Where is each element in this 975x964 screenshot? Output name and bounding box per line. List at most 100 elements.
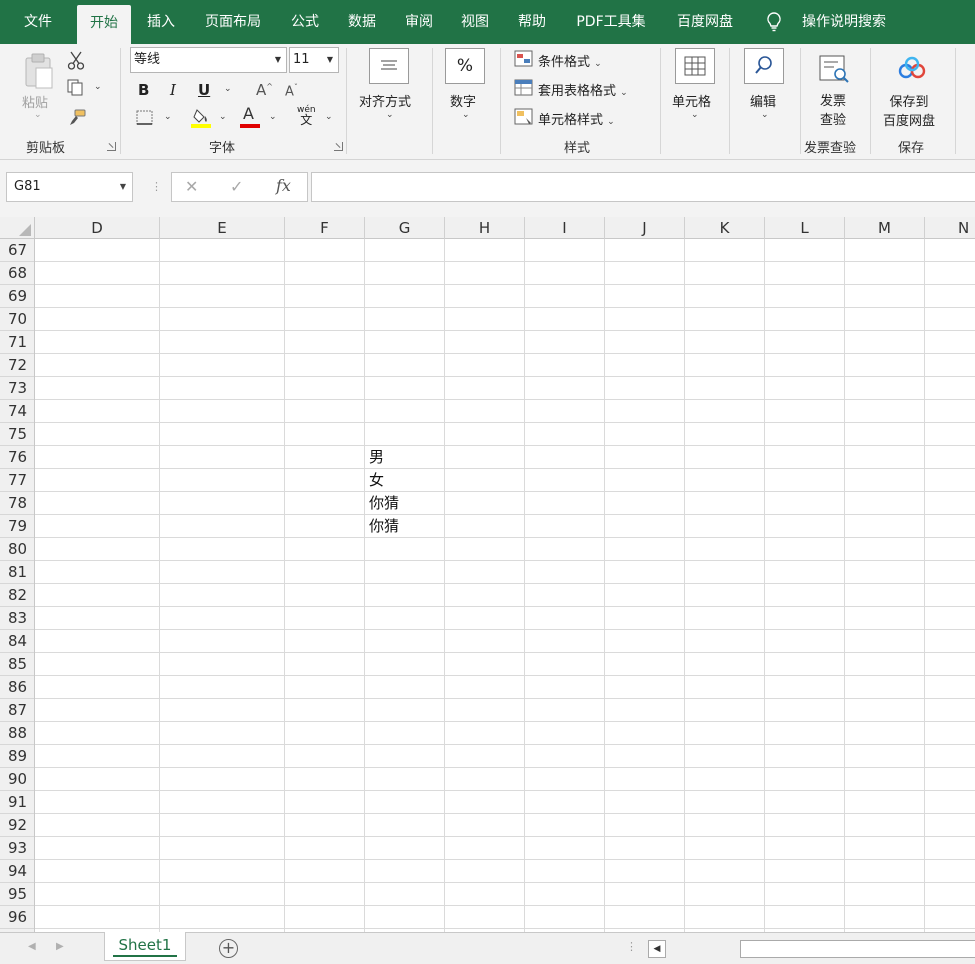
borders-dropdown[interactable]: ⌄ (164, 112, 172, 122)
row-header-69[interactable]: 69 (0, 285, 34, 308)
cut-icon[interactable] (67, 51, 85, 71)
column-header-E[interactable]: E (160, 217, 285, 239)
next-sheet-icon[interactable]: ▶ (56, 941, 64, 952)
row-header-95[interactable]: 95 (0, 883, 34, 906)
row-header-76[interactable]: 76 (0, 446, 34, 469)
tab-baidu-netdisk[interactable]: 百度网盘 (666, 0, 744, 44)
row-header-91[interactable]: 91 (0, 791, 34, 814)
enter-icon[interactable]: ✓ (230, 177, 243, 196)
alignment-button[interactable]: 对齐方式 (359, 91, 411, 110)
row-header-92[interactable]: 92 (0, 814, 34, 837)
row-header-90[interactable]: 90 (0, 768, 34, 791)
fill-color-icon[interactable] (191, 107, 213, 129)
row-header-81[interactable]: 81 (0, 561, 34, 584)
cells-button[interactable]: 单元格 (672, 91, 711, 110)
sheet-tab-sheet1[interactable]: Sheet1 (104, 932, 186, 961)
column-header-K[interactable]: K (685, 217, 765, 239)
cancel-icon[interactable]: ✕ (185, 177, 198, 196)
add-sheet-icon[interactable]: + (219, 939, 238, 958)
underline-button[interactable]: U (198, 81, 210, 99)
tab-view[interactable]: 视图 (451, 0, 499, 44)
row-header-74[interactable]: 74 (0, 400, 34, 423)
row-header-88[interactable]: 88 (0, 722, 34, 745)
underline-dropdown[interactable]: ⌄ (224, 84, 232, 94)
editing-dropdown[interactable]: ⌄ (761, 110, 769, 120)
alignment-icon[interactable] (369, 48, 409, 84)
tab-page-layout[interactable]: 页面布局 (196, 0, 270, 44)
tab-splitter[interactable]: ⋮ (626, 940, 637, 953)
row-header-70[interactable]: 70 (0, 308, 34, 331)
cell-G77[interactable]: 女 (365, 469, 384, 492)
cell-G79[interactable]: 你猜 (365, 515, 399, 538)
editing-icon[interactable] (744, 48, 784, 84)
row-header-80[interactable]: 80 (0, 538, 34, 561)
cell-G76[interactable]: 男 (365, 446, 384, 469)
cells-icon[interactable] (675, 48, 715, 84)
phonetic-dropdown[interactable]: ⌄ (325, 112, 333, 122)
editing-button[interactable]: 编辑 (750, 91, 776, 110)
row-header-86[interactable]: 86 (0, 676, 34, 699)
tab-formulas[interactable]: 公式 (281, 0, 329, 44)
column-header-D[interactable]: D (35, 217, 160, 239)
row-header-89[interactable]: 89 (0, 745, 34, 768)
row-header-75[interactable]: 75 (0, 423, 34, 446)
column-header-I[interactable]: I (525, 217, 605, 239)
row-header-68[interactable]: 68 (0, 262, 34, 285)
column-header-N[interactable]: N (925, 217, 975, 239)
number-format-icon[interactable]: % (445, 48, 485, 84)
scroll-left-icon[interactable]: ◀ (648, 940, 666, 958)
fill-color-dropdown[interactable]: ⌄ (219, 112, 227, 122)
alignment-dropdown[interactable]: ⌄ (386, 110, 394, 120)
tab-home[interactable]: 开始 (77, 5, 131, 44)
row-header-94[interactable]: 94 (0, 860, 34, 883)
tab-help[interactable]: 帮助 (508, 0, 556, 44)
decrease-font-button[interactable]: Aˇ (285, 83, 298, 99)
tab-pdf-tools[interactable]: PDF工具集 (568, 0, 654, 44)
name-box[interactable]: G81 ▼ (6, 172, 133, 202)
column-header-L[interactable]: L (765, 217, 845, 239)
row-header-96[interactable]: 96 (0, 906, 34, 929)
phonetic-guide-button[interactable]: wén 文 (297, 105, 316, 126)
cell-G78[interactable]: 你猜 (365, 492, 399, 515)
row-header-85[interactable]: 85 (0, 653, 34, 676)
row-header-79[interactable]: 79 (0, 515, 34, 538)
column-header-H[interactable]: H (445, 217, 525, 239)
row-header-83[interactable]: 83 (0, 607, 34, 630)
clipboard-launcher-icon[interactable] (107, 142, 116, 151)
font-color-button[interactable]: A (243, 104, 254, 123)
borders-icon[interactable] (136, 110, 154, 126)
tab-data[interactable]: 数据 (337, 0, 387, 44)
column-header-F[interactable]: F (285, 217, 365, 239)
select-all-button[interactable] (0, 217, 35, 239)
row-header-84[interactable]: 84 (0, 630, 34, 653)
invoice-check-button[interactable]: 发票 查验 (820, 92, 846, 130)
number-button[interactable]: 数字 (450, 91, 476, 110)
bold-button[interactable]: B (138, 81, 149, 99)
row-header-77[interactable]: 77 (0, 469, 34, 492)
italic-button[interactable]: I (170, 81, 176, 99)
row-header-82[interactable]: 82 (0, 584, 34, 607)
save-to-baidu-button[interactable]: 保存到 百度网盘 (883, 93, 935, 131)
row-header-87[interactable]: 87 (0, 699, 34, 722)
row-header-72[interactable]: 72 (0, 354, 34, 377)
cells-dropdown[interactable]: ⌄ (691, 110, 699, 120)
number-dropdown[interactable]: ⌄ (462, 110, 470, 120)
formula-bar-splitter[interactable]: ⋮ (151, 180, 162, 193)
font-launcher-icon[interactable] (334, 142, 343, 151)
paste-dropdown[interactable]: ⌄ (34, 110, 42, 120)
format-as-table-button[interactable]: 套用表格格式 ⌄ (538, 80, 628, 99)
tell-me-search[interactable]: 操作说明搜索 (792, 0, 896, 44)
cell-styles-button[interactable]: 单元格样式 ⌄ (538, 109, 615, 128)
prev-sheet-icon[interactable]: ◀ (28, 941, 36, 952)
copy-dropdown[interactable]: ⌄ (94, 82, 102, 92)
row-header-78[interactable]: 78 (0, 492, 34, 515)
font-size-select[interactable]: 11 ▼ (289, 47, 339, 73)
column-header-M[interactable]: M (845, 217, 925, 239)
font-color-dropdown[interactable]: ⌄ (269, 112, 277, 122)
font-name-select[interactable]: 等线 ▼ (130, 47, 287, 73)
cell-grid[interactable]: 男女你猜 你猜 (35, 239, 975, 932)
row-header-71[interactable]: 71 (0, 331, 34, 354)
row-header-93[interactable]: 93 (0, 837, 34, 860)
row-header-73[interactable]: 73 (0, 377, 34, 400)
format-painter-icon[interactable] (67, 108, 87, 126)
